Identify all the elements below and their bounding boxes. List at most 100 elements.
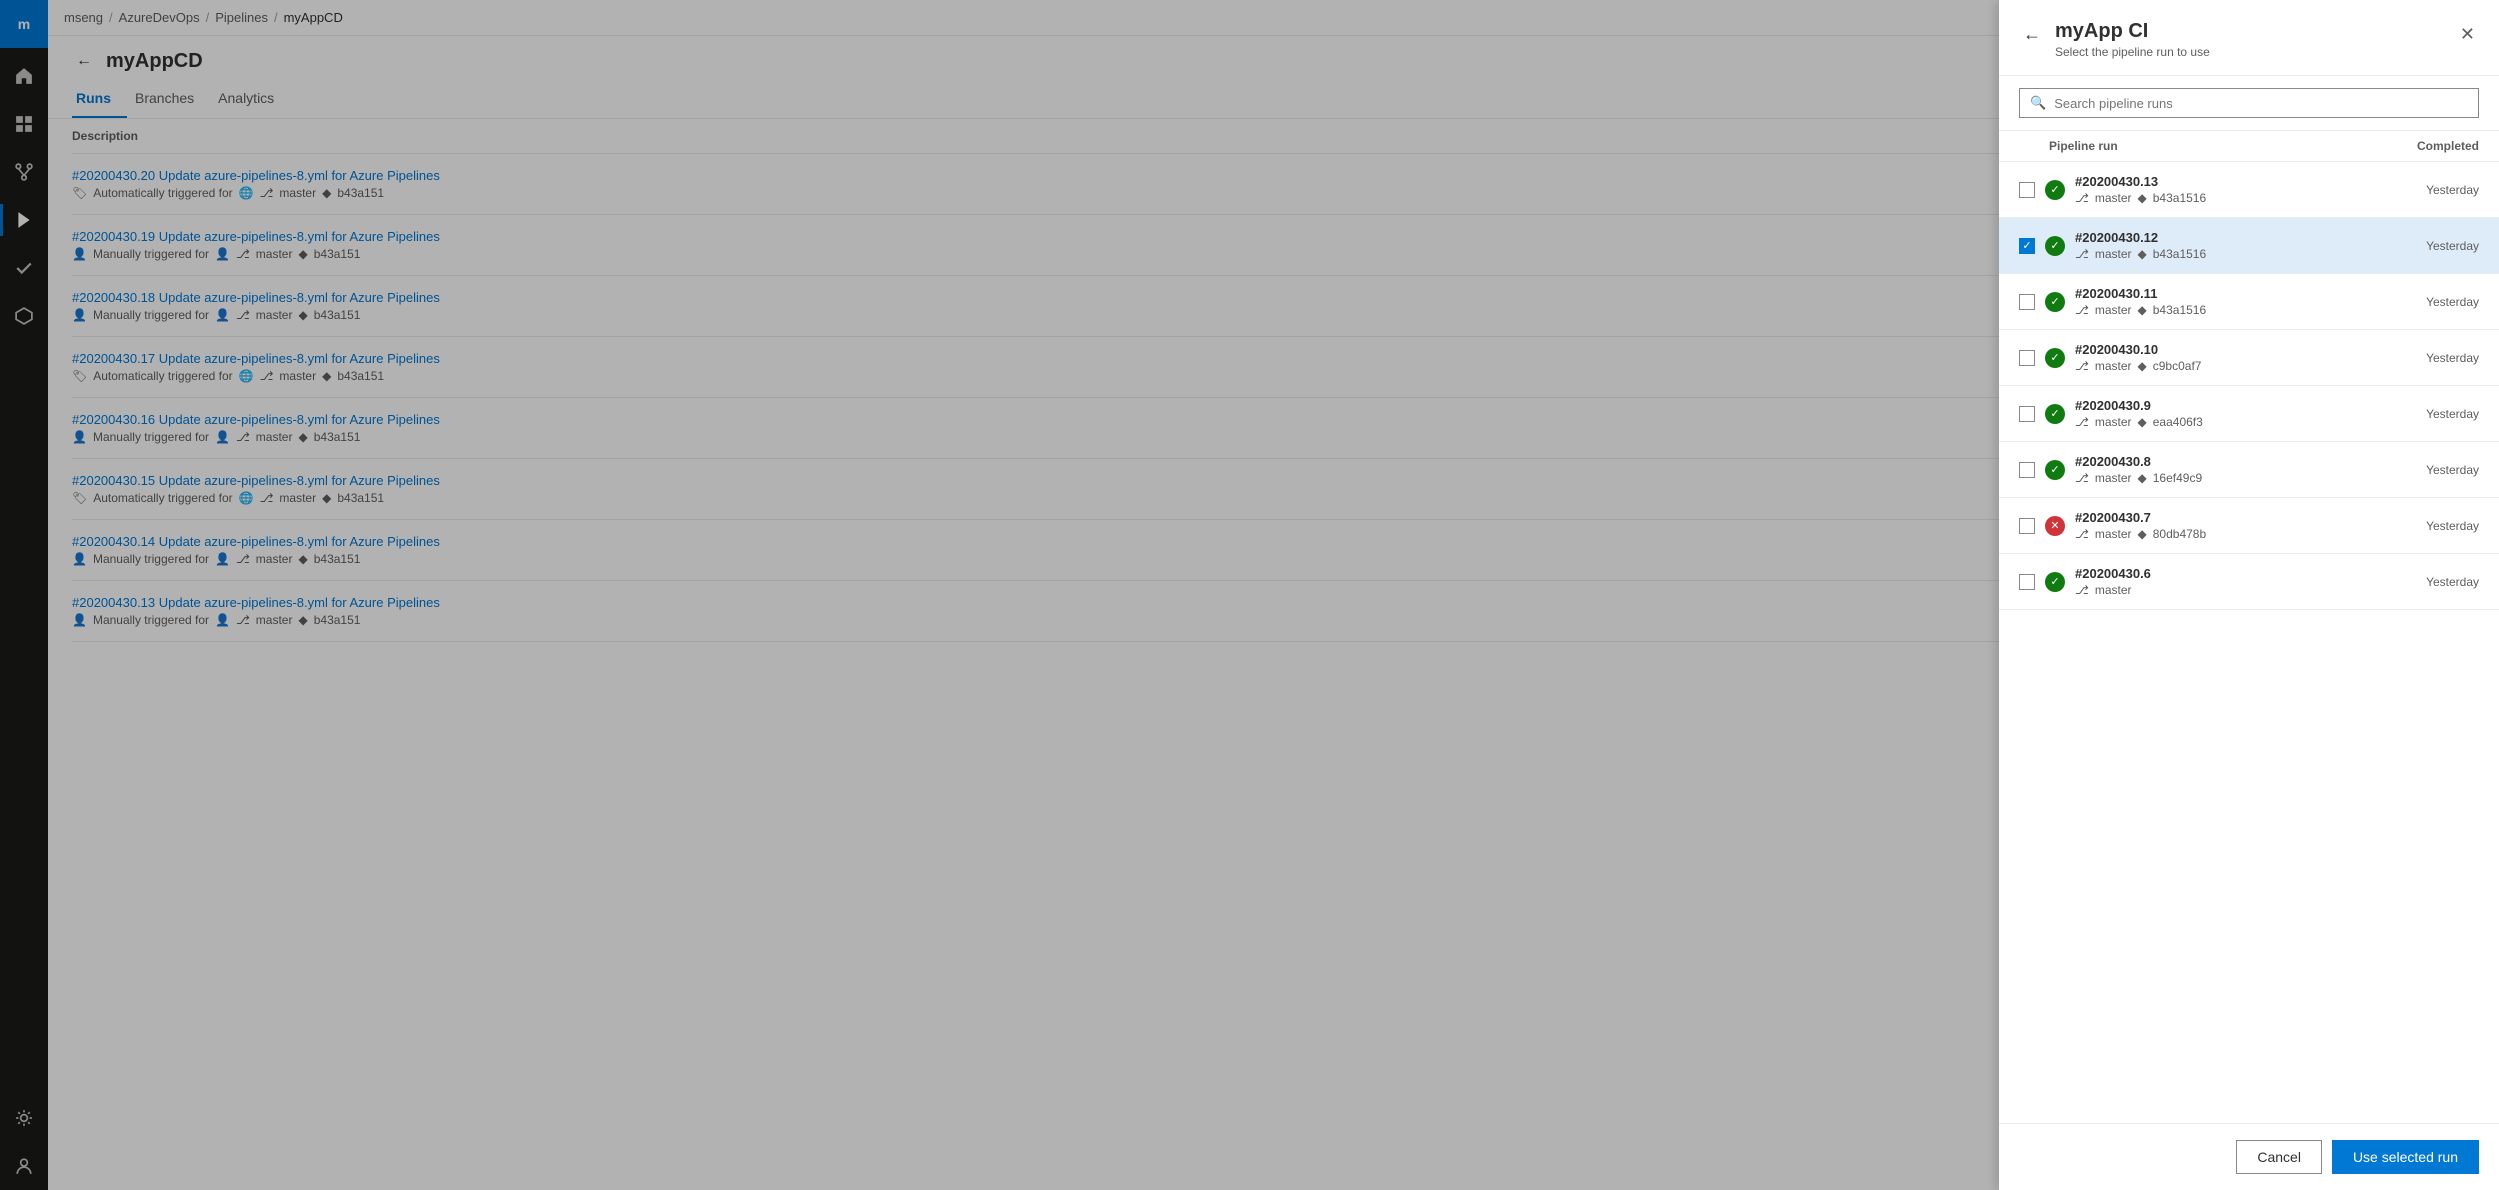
panel-header: ← myApp CI Select the pipeline run to us… xyxy=(1999,0,2499,76)
run-number: #20200430.7 xyxy=(2075,510,2369,525)
commit-hash: b43a1516 xyxy=(2153,191,2206,205)
run-info: #20200430.6 ⎇ master xyxy=(2075,566,2369,597)
run-branch: ⎇ master ◆ c9bc0af7 xyxy=(2075,359,2369,373)
cancel-button[interactable]: Cancel xyxy=(2236,1140,2322,1174)
list-item[interactable]: ✓ #20200430.12 ⎇ master ◆ b43a1516 Yeste… xyxy=(1999,218,2499,274)
run-status-success-icon: ✓ xyxy=(2045,180,2065,200)
commit-icon: ◆ xyxy=(2138,359,2147,373)
run-number: #20200430.6 xyxy=(2075,566,2369,581)
branch-name: master xyxy=(2095,191,2132,205)
commit-icon: ◆ xyxy=(2138,527,2147,541)
branch-name: master xyxy=(2095,527,2132,541)
panel-close-button[interactable]: ✕ xyxy=(2456,20,2479,49)
run-info: #20200430.11 ⎇ master ◆ b43a1516 xyxy=(2075,286,2369,317)
run-number: #20200430.9 xyxy=(2075,398,2369,413)
branch-icon: ⎇ xyxy=(2075,471,2089,485)
list-item[interactable]: ✓ #20200430.9 ⎇ master ◆ eaa406f3 Yester… xyxy=(1999,386,2499,442)
run-checkbox[interactable] xyxy=(2019,238,2035,254)
list-item[interactable]: ✓ #20200430.11 ⎇ master ◆ b43a1516 Yeste… xyxy=(1999,274,2499,330)
branch-icon: ⎇ xyxy=(2075,583,2089,597)
commit-hash: 16ef49c9 xyxy=(2153,471,2202,485)
run-status-success-icon: ✓ xyxy=(2045,404,2065,424)
commit-hash: eaa406f3 xyxy=(2153,415,2203,429)
run-checkbox[interactable] xyxy=(2019,462,2035,478)
run-completed: Yesterday xyxy=(2379,463,2479,477)
col-header-pipeline-run: Pipeline run xyxy=(2019,139,2379,153)
run-info: #20200430.8 ⎇ master ◆ 16ef49c9 xyxy=(2075,454,2369,485)
run-branch: ⎇ master xyxy=(2075,583,2369,597)
branch-icon: ⎇ xyxy=(2075,527,2089,541)
commit-hash: c9bc0af7 xyxy=(2153,359,2202,373)
run-status-success-icon: ✓ xyxy=(2045,572,2065,592)
run-number: #20200430.13 xyxy=(2075,174,2369,189)
branch-icon: ⎇ xyxy=(2075,191,2089,205)
run-info: #20200430.13 ⎇ master ◆ b43a1516 xyxy=(2075,174,2369,205)
run-info: #20200430.7 ⎇ master ◆ 80db478b xyxy=(2075,510,2369,541)
run-completed: Yesterday xyxy=(2379,295,2479,309)
run-info: #20200430.9 ⎇ master ◆ eaa406f3 xyxy=(2075,398,2369,429)
run-completed: Yesterday xyxy=(2379,239,2479,253)
branch-icon: ⎇ xyxy=(2075,247,2089,261)
commit-hash: b43a1516 xyxy=(2153,303,2206,317)
run-checkbox[interactable] xyxy=(2019,350,2035,366)
commit-icon: ◆ xyxy=(2138,247,2147,261)
pipeline-run-selector-panel: ← myApp CI Select the pipeline run to us… xyxy=(1999,0,2499,1190)
branch-name: master xyxy=(2095,303,2132,317)
list-item[interactable]: ✕ #20200430.7 ⎇ master ◆ 80db478b Yester… xyxy=(1999,498,2499,554)
run-checkbox[interactable] xyxy=(2019,574,2035,590)
run-branch: ⎇ master ◆ 80db478b xyxy=(2075,527,2369,541)
branch-name: master xyxy=(2095,415,2132,429)
run-number: #20200430.8 xyxy=(2075,454,2369,469)
run-info: #20200430.10 ⎇ master ◆ c9bc0af7 xyxy=(2075,342,2369,373)
run-status-success-icon: ✓ xyxy=(2045,348,2065,368)
runs-list: ✓ #20200430.13 ⎇ master ◆ b43a1516 Yeste… xyxy=(1999,162,2499,1123)
col-header-completed: Completed xyxy=(2379,139,2479,153)
branch-name: master xyxy=(2095,247,2132,261)
run-completed: Yesterday xyxy=(2379,407,2479,421)
runs-list-header: Pipeline run Completed xyxy=(1999,131,2499,162)
branch-name: master xyxy=(2095,359,2132,373)
run-completed: Yesterday xyxy=(2379,351,2479,365)
run-number: #20200430.10 xyxy=(2075,342,2369,357)
run-checkbox[interactable] xyxy=(2019,518,2035,534)
run-status-success-icon: ✓ xyxy=(2045,460,2065,480)
commit-icon: ◆ xyxy=(2138,191,2147,205)
list-item[interactable]: ✓ #20200430.13 ⎇ master ◆ b43a1516 Yeste… xyxy=(1999,162,2499,218)
commit-icon: ◆ xyxy=(2138,415,2147,429)
list-item[interactable]: ✓ #20200430.10 ⎇ master ◆ c9bc0af7 Yeste… xyxy=(1999,330,2499,386)
commit-icon: ◆ xyxy=(2138,471,2147,485)
run-completed: Yesterday xyxy=(2379,519,2479,533)
branch-icon: ⎇ xyxy=(2075,303,2089,317)
commit-hash: 80db478b xyxy=(2153,527,2206,541)
commit-icon: ◆ xyxy=(2138,303,2147,317)
branch-icon: ⎇ xyxy=(2075,415,2089,429)
panel-back-button[interactable]: ← xyxy=(2019,22,2045,47)
run-branch: ⎇ master ◆ b43a1516 xyxy=(2075,247,2369,261)
use-selected-run-button[interactable]: Use selected run xyxy=(2332,1140,2479,1174)
run-completed: Yesterday xyxy=(2379,575,2479,589)
run-checkbox[interactable] xyxy=(2019,294,2035,310)
panel-search: 🔍 xyxy=(1999,76,2499,131)
run-branch: ⎇ master ◆ 16ef49c9 xyxy=(2075,471,2369,485)
search-box[interactable]: 🔍 xyxy=(2019,88,2479,118)
panel-title: myApp CI xyxy=(2055,20,2456,43)
run-branch: ⎇ master ◆ b43a1516 xyxy=(2075,191,2369,205)
run-status-success-icon: ✓ xyxy=(2045,236,2065,256)
run-number: #20200430.11 xyxy=(2075,286,2369,301)
commit-hash: b43a1516 xyxy=(2153,247,2206,261)
search-icon: 🔍 xyxy=(2030,95,2046,111)
panel-footer: Cancel Use selected run xyxy=(1999,1123,2499,1190)
run-branch: ⎇ master ◆ b43a1516 xyxy=(2075,303,2369,317)
run-info: #20200430.12 ⎇ master ◆ b43a1516 xyxy=(2075,230,2369,261)
run-completed: Yesterday xyxy=(2379,183,2479,197)
panel-subtitle: Select the pipeline run to use xyxy=(2055,45,2456,59)
run-checkbox[interactable] xyxy=(2019,406,2035,422)
run-checkbox[interactable] xyxy=(2019,182,2035,198)
branch-name: master xyxy=(2095,583,2132,597)
list-item[interactable]: ✓ #20200430.8 ⎇ master ◆ 16ef49c9 Yester… xyxy=(1999,442,2499,498)
run-status-success-icon: ✓ xyxy=(2045,292,2065,312)
run-status-failed-icon: ✕ xyxy=(2045,516,2065,536)
list-item[interactable]: ✓ #20200430.6 ⎇ master Yesterday xyxy=(1999,554,2499,610)
branch-name: master xyxy=(2095,471,2132,485)
search-input[interactable] xyxy=(2054,96,2468,111)
